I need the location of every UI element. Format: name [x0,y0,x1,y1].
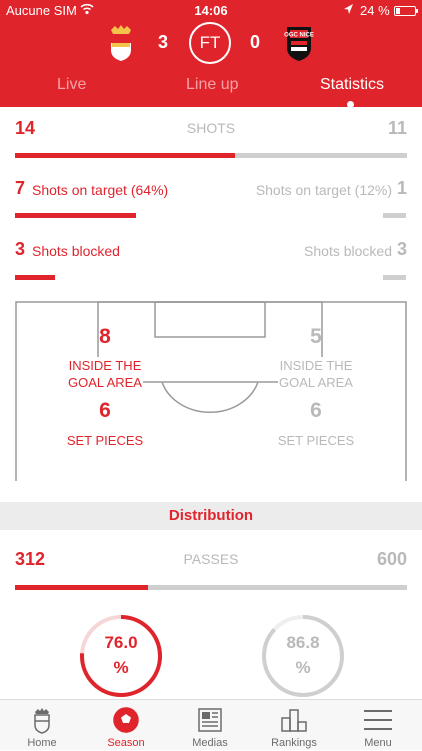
nav-medias-label: Medias [192,737,228,749]
home-inside-area: 8 [99,325,111,348]
on-target-bar-away [383,213,406,218]
shots-row: 14 SHOTS 11 [0,118,422,140]
passes-bar [15,585,407,590]
status-bar: Aucune SIM 14:06 24 % [0,0,422,22]
away-shots: 11 [387,118,407,138]
newspaper-icon [198,708,222,732]
away-pass-accuracy-gauge: 86.8 % [261,614,345,698]
nav-home-label: Home [27,737,57,749]
on-target-bar-home [15,213,136,218]
as-monaco-crest-icon [111,25,131,61]
home-inside-area-label: INSIDE THE GOAL AREA [67,357,143,391]
away-passes: 600 [376,549,407,569]
match-tabs: Live Line up Statistics [0,72,422,108]
home-score: 3 [158,32,169,52]
away-inside-area-label: INSIDE THE GOAL AREA [278,357,354,391]
nav-season-label: Season [107,737,145,749]
passes-row: 312 PASSES 600 [0,549,422,571]
nav-menu[interactable]: Menu [336,700,420,751]
away-shots-blocked: 3 [396,239,407,259]
home-accuracy-value: 76.0 [104,633,138,652]
tab-live[interactable]: Live [57,76,86,94]
active-tab-indicator [347,101,354,108]
passes-label: PASSES [183,551,239,567]
match-header: Aucune SIM 14:06 24 % 3 FT 0 OGC NICE Li… [0,0,422,108]
match-status-badge: FT [189,22,231,64]
away-set-pieces: 6 [310,399,322,422]
away-accuracy-value: 86.8 [286,633,320,652]
home-set-pieces: 6 [99,399,111,422]
nav-rankings[interactable]: Rankings [252,700,336,751]
battery-percent: 24 % [360,3,390,18]
pitch-diagram: 8 5 INSIDE THE GOAL AREA INSIDE THE GOAL… [15,301,407,483]
away-shots-blocked-label: Shots blocked [304,243,392,259]
home-set-pieces-label: SET PIECES [65,432,145,449]
ogc-nice-crest-icon: OGC NICE [284,27,314,61]
away-set-pieces-label: SET PIECES [276,432,356,449]
nav-rankings-label: Rankings [271,737,317,749]
nav-menu-label: Menu [364,737,392,749]
home-accuracy-unit: % [113,658,129,677]
passes-bar-home-fill [15,585,149,590]
shots-bar-home-fill [15,153,235,158]
nav-season[interactable]: Season [84,700,168,751]
battery-icon [394,6,416,16]
nav-medias[interactable]: Medias [168,700,252,751]
home-shots-on-target-label: Shots on target (64%) [32,182,169,198]
clock: 14:06 [194,3,228,18]
away-shots-on-target: 1 [396,178,407,198]
location-arrow-icon [344,4,353,14]
shots-bar [15,153,407,158]
club-crest-icon [34,708,50,734]
home-shots-on-target: 7 [15,178,26,198]
away-score: 0 [250,32,261,52]
nav-home[interactable]: Home [0,700,84,751]
tab-line-up[interactable]: Line up [186,76,239,94]
blocked-bar-home [15,275,55,280]
shots-on-target-row: 7 Shots on target (64%) Shots on target … [0,178,422,203]
blocked-bar-away [383,275,406,280]
away-accuracy-unit: % [295,658,311,677]
away-shots-on-target-label: Shots on target (12%) [255,182,392,198]
hamburger-icon [364,710,392,730]
podium-icon [281,709,307,732]
home-pass-accuracy-gauge: 76.0 % [79,614,163,698]
away-inside-area: 5 [310,325,322,348]
tab-statistics[interactable]: Statistics [320,76,384,94]
shots-label: SHOTS [186,120,236,136]
pitch-lines [15,301,407,483]
home-shots-blocked-label: Shots blocked [32,243,120,259]
distribution-header: Distribution [0,502,422,530]
scoreboard: 3 FT 0 OGC NICE [0,22,422,68]
shots-blocked-row: 3 Shots blocked Shots blocked 3 [0,239,422,264]
football-icon [113,707,139,733]
crest-text: OGC NICE [284,33,314,39]
home-shots-blocked: 3 [15,239,26,259]
bottom-tab-bar: Home Season Medias Rankings Menu [0,699,422,750]
